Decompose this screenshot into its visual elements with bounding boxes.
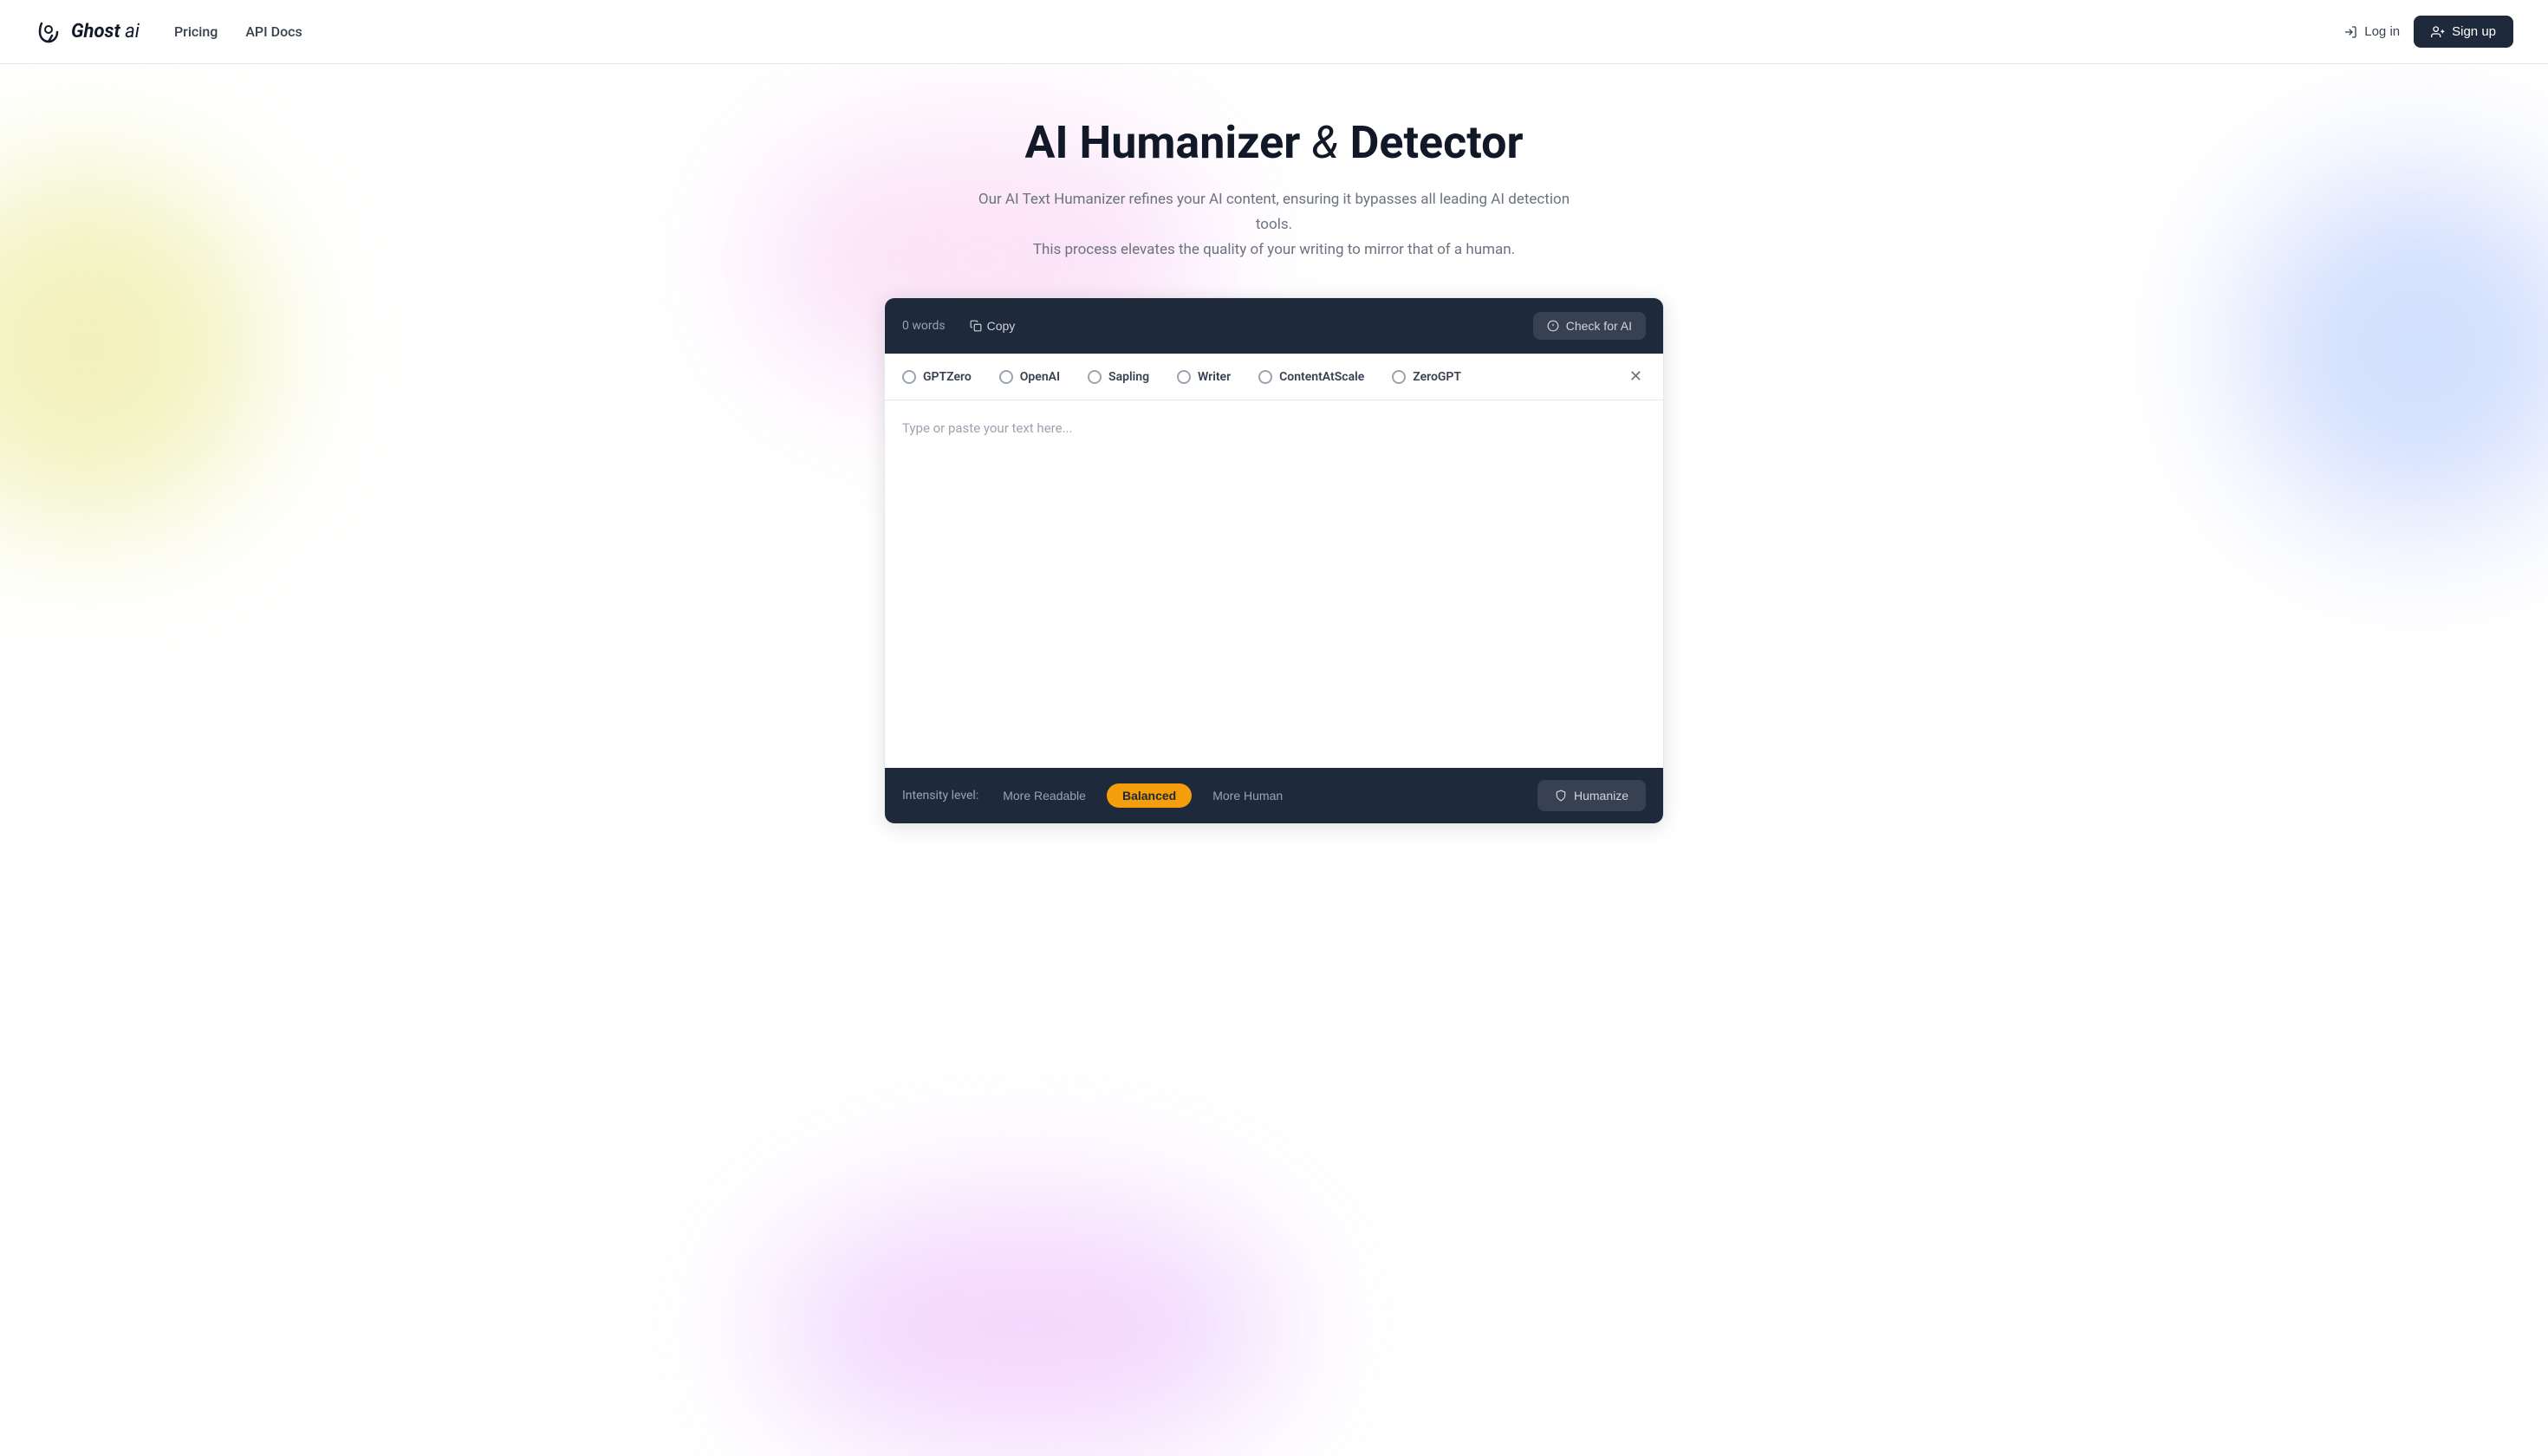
signup-button[interactable]: Sign up	[2414, 16, 2513, 48]
detector-writer[interactable]: Writer	[1177, 370, 1231, 384]
detector-radio-gptzero	[902, 370, 916, 384]
editor-container: 0 words Copy Check for AI	[884, 297, 1664, 824]
detector-contentatscale[interactable]: ContentAtScale	[1258, 370, 1364, 384]
nav-links: Pricing API Docs	[174, 23, 302, 40]
detector-radio-zerogpt	[1392, 370, 1406, 384]
word-count: 0 words	[902, 319, 946, 333]
close-detection-bar-button[interactable]: ✕	[1626, 364, 1646, 389]
detector-zerogpt[interactable]: ZeroGPT	[1392, 370, 1461, 384]
detector-radio-sapling	[1088, 370, 1102, 384]
hero-title: AI Humanizer & Detector	[1024, 116, 1523, 170]
login-button[interactable]: Log in	[2343, 24, 2400, 39]
login-icon	[2343, 25, 2357, 39]
main-content: AI Humanizer & Detector Our AI Text Huma…	[0, 64, 2548, 859]
intensity-options: More Readable Balanced More Human	[992, 783, 1293, 808]
text-input[interactable]	[902, 418, 1646, 747]
detector-radio-contentatscale	[1258, 370, 1272, 384]
editor-body	[885, 400, 1663, 768]
nav-left: Ghost ai Pricing API Docs	[35, 18, 302, 46]
intensity-more-human[interactable]: More Human	[1202, 783, 1293, 808]
humanize-icon	[1555, 790, 1567, 802]
intensity-balanced[interactable]: Balanced	[1107, 783, 1192, 808]
intensity-more-readable[interactable]: More Readable	[992, 783, 1096, 808]
logo-icon	[35, 18, 62, 46]
intensity-label: Intensity level:	[902, 789, 978, 803]
nav-link-pricing[interactable]: Pricing	[174, 23, 218, 40]
copy-button[interactable]: Copy	[963, 315, 1023, 336]
detector-radio-writer	[1177, 370, 1191, 384]
check-ai-icon	[1547, 320, 1559, 332]
bg-blob-purple	[764, 1196, 1284, 1456]
editor-footer: Intensity level: More Readable Balanced …	[885, 768, 1663, 823]
navbar: Ghost ai Pricing API Docs Log in Sign up	[0, 0, 2548, 64]
detection-bar: GPTZero OpenAI Sapling Writer ContentAtS…	[885, 354, 1663, 400]
editor-toolbar: 0 words Copy Check for AI	[885, 298, 1663, 354]
copy-icon	[970, 320, 982, 332]
detector-openai[interactable]: OpenAI	[999, 370, 1060, 384]
check-ai-button[interactable]: Check for AI	[1533, 312, 1646, 340]
signup-icon	[2431, 25, 2445, 39]
detector-radio-openai	[999, 370, 1013, 384]
nav-link-api-docs[interactable]: API Docs	[245, 23, 302, 40]
hero-subtitle: Our AI Text Humanizer refines your AI co…	[971, 187, 1577, 263]
logo[interactable]: Ghost ai	[35, 18, 140, 46]
nav-right: Log in Sign up	[2343, 16, 2513, 48]
detector-sapling[interactable]: Sapling	[1088, 370, 1149, 384]
humanize-button[interactable]: Humanize	[1537, 780, 1646, 811]
logo-text: Ghost ai	[71, 21, 140, 42]
detector-gptzero[interactable]: GPTZero	[902, 370, 972, 384]
toolbar-left: 0 words Copy	[902, 315, 1022, 336]
